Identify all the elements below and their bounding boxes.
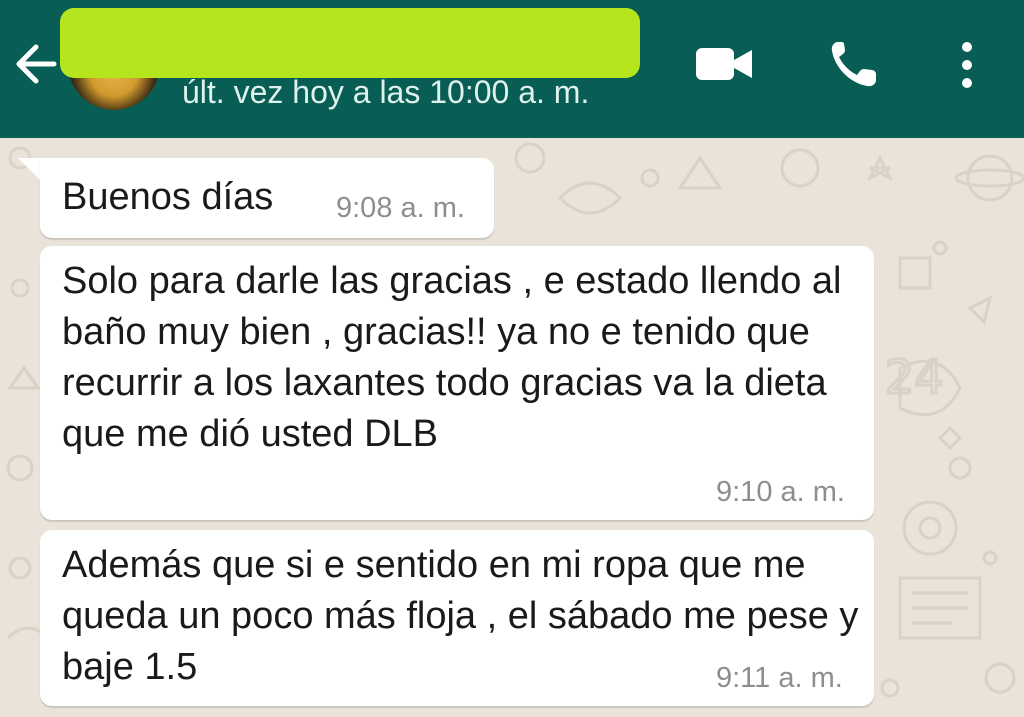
contact-name-redacted[interactable] xyxy=(60,8,640,78)
message-timestamp: 9:11 a. m. xyxy=(716,662,843,694)
last-seen-status: últ. vez hoy a las 10:00 a. m. xyxy=(182,74,590,110)
message-bubble[interactable]: Buenos días 9:08 a. m. xyxy=(40,158,494,238)
message-timestamp: 9:10 a. m. xyxy=(716,476,845,508)
bubble-tail xyxy=(18,158,42,182)
more-vert-icon[interactable] xyxy=(952,40,982,90)
back-arrow-icon[interactable] xyxy=(10,38,62,90)
message-text: Solo para darle las gracias , e estado l… xyxy=(62,260,842,455)
svg-text:24: 24 xyxy=(885,350,944,404)
chat-screen: 24 últ. vez hoy a las 10:00 a. m. Buenos… xyxy=(0,0,1024,717)
message-bubble[interactable]: Además que si e sentido en mi ropa que m… xyxy=(40,530,874,706)
video-call-icon[interactable] xyxy=(694,44,754,84)
message-text: Buenos días xyxy=(62,176,274,218)
phone-call-icon[interactable] xyxy=(828,38,882,90)
chat-header: últ. vez hoy a las 10:00 a. m. xyxy=(0,0,1024,138)
message-bubble[interactable]: Solo para darle las gracias , e estado l… xyxy=(40,246,874,520)
message-timestamp: 9:08 a. m. xyxy=(336,192,465,224)
